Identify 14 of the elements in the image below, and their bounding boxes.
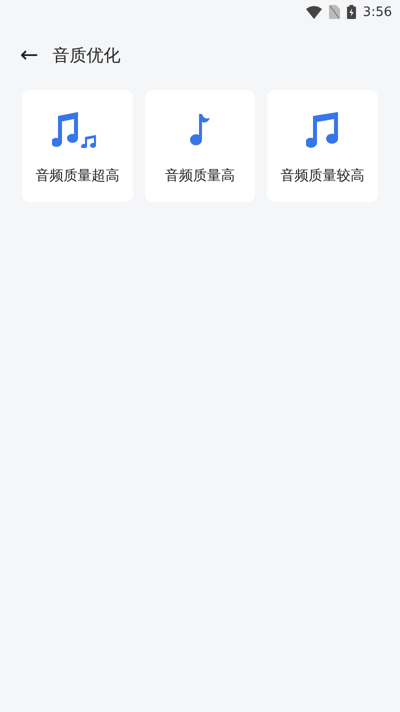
battery-icon	[346, 5, 356, 19]
page-title: 音质优化	[52, 44, 120, 66]
quality-option-card[interactable]: 音频质量超高	[22, 90, 133, 202]
music-note-icon	[189, 112, 211, 148]
wifi-icon	[306, 6, 322, 18]
status-time: 3:56	[362, 4, 392, 20]
back-button[interactable]: ←	[16, 42, 42, 68]
option-label: 音频质量超高	[35, 167, 120, 185]
option-label: 音频质量高	[165, 167, 235, 185]
option-label: 音频质量较高	[280, 167, 365, 185]
music-notes-icon	[306, 112, 340, 148]
quality-option-card[interactable]: 音频质量高	[144, 90, 256, 202]
no-sim-icon	[328, 5, 340, 19]
quality-option-card[interactable]: 音频质量较高	[267, 90, 378, 202]
